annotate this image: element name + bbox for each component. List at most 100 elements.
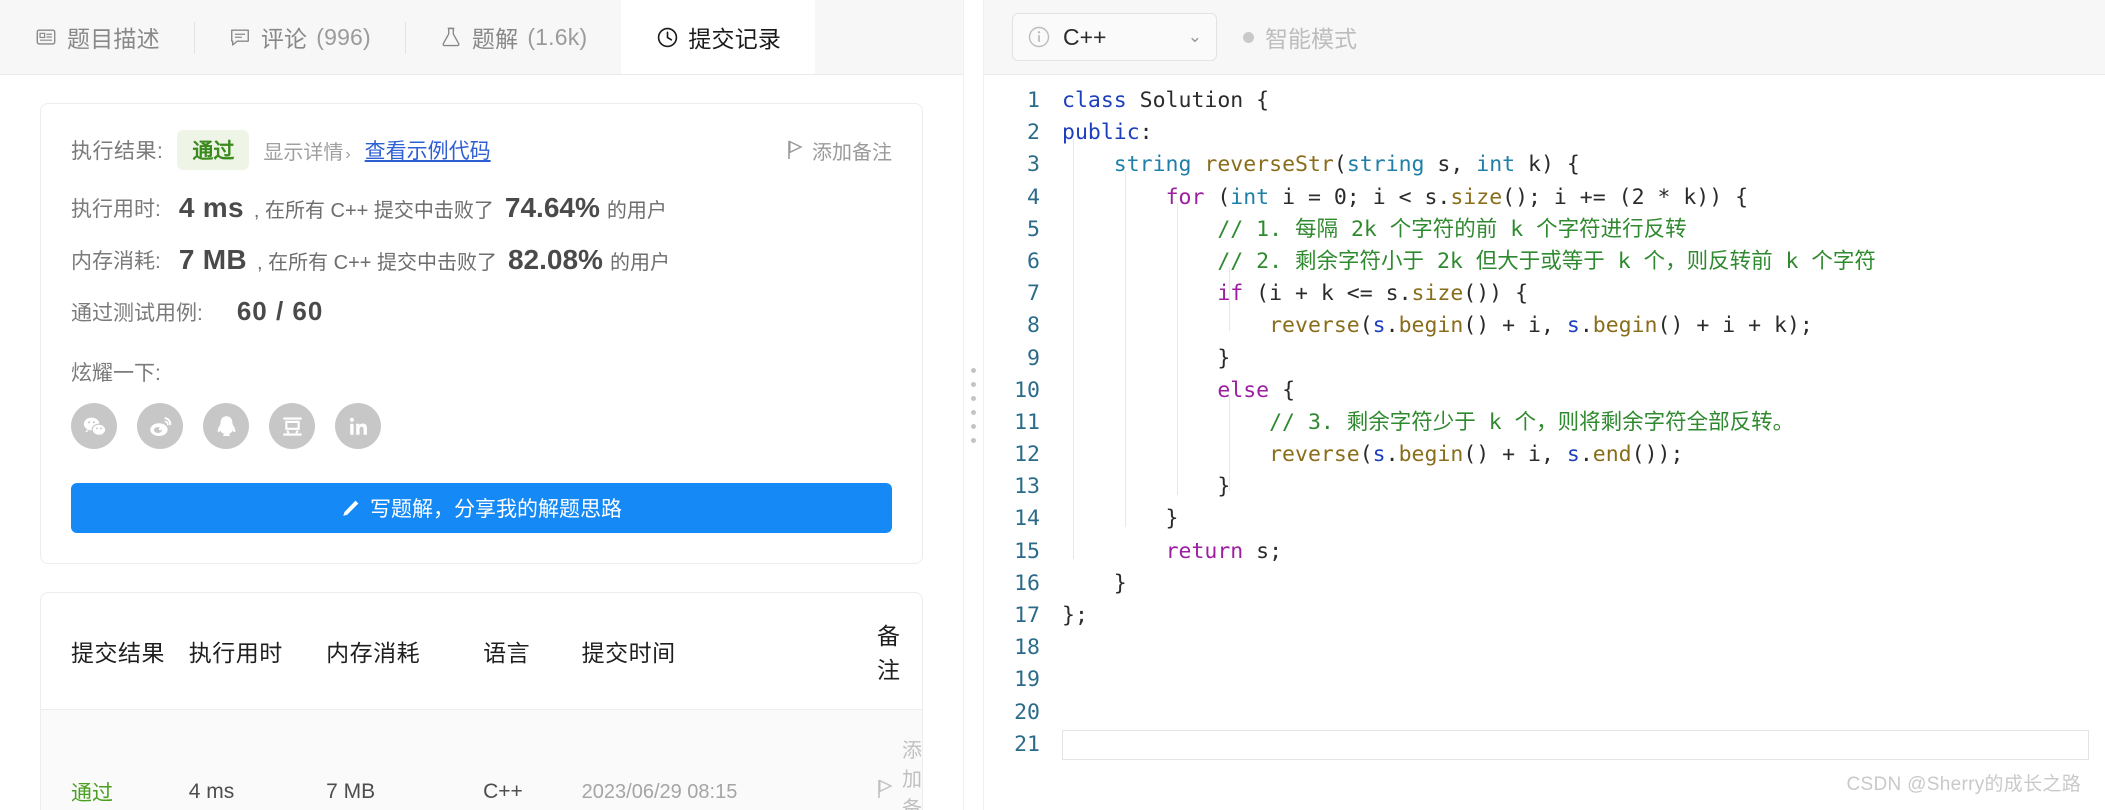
- qq-icon[interactable]: [203, 403, 249, 449]
- tab-题解[interactable]: 题解 (1.6k): [404, 0, 621, 74]
- tab-提交记录[interactable]: 提交记录: [621, 0, 816, 74]
- table-row[interactable]: 通过4 ms7 MBC++2023/06/29 08:15 添加备注: [41, 709, 922, 810]
- tab-评论[interactable]: 评论 (996): [193, 0, 405, 74]
- code-line: 15 return s;: [984, 536, 2105, 568]
- row-add-note-button[interactable]: 添加备注: [877, 734, 922, 810]
- watermark: CSDN @Sherry的成长之路: [1846, 774, 2081, 795]
- code-token: size: [1450, 184, 1503, 210]
- write-solution-button[interactable]: 写题解，分享我的解题思路: [71, 483, 892, 533]
- linkedin-icon[interactable]: [335, 403, 381, 449]
- code-token: string: [1113, 152, 1192, 178]
- submission-page: 题目描述 评论 (996) 题解 (1.6k) 提交记录 执行结果: 通过 显示详情 › 查…: [0, 0, 2105, 810]
- resize-grip-dot: [971, 367, 976, 373]
- submission-memory: 7 MB: [326, 709, 484, 810]
- line-number: 16: [1014, 570, 1040, 596]
- code-line: 18: [984, 632, 2105, 664]
- verdict-badge: 通过: [177, 130, 250, 170]
- code-token: s;: [1243, 538, 1283, 564]
- smart-mode-toggle[interactable]: 智能模式: [1243, 20, 1357, 54]
- code-token: string: [1346, 152, 1425, 178]
- code-line-text: reverse(s.begin() + i, s.end());: [1062, 439, 1683, 471]
- line-number: 18: [1014, 635, 1040, 661]
- memory-percentile: 82.08%: [507, 244, 603, 275]
- line-number: 11: [1014, 409, 1040, 435]
- code-token: .: [1385, 442, 1399, 468]
- testcases-label: 通过测试用例:: [71, 301, 203, 325]
- code-token: int: [1230, 184, 1270, 210]
- code-token: (); i += (2 * k)) {: [1502, 184, 1749, 210]
- code-token: i = 0; i < s.: [1269, 184, 1451, 210]
- code-token: }: [1062, 474, 1231, 500]
- tab-题目描述[interactable]: 题目描述: [0, 0, 194, 74]
- add-note-button[interactable]: 添加备注: [787, 136, 892, 165]
- line-number: 1: [1027, 88, 1040, 113]
- code-token: () + i + k);: [1657, 313, 1813, 339]
- clock-icon: [655, 25, 679, 49]
- code-editor-panel: C++ ⌄ 智能模式 1 class Solution {2 public: 3 st…: [983, 0, 2105, 810]
- tab-label: 题解: [471, 26, 519, 52]
- tab-label: 题目描述: [67, 26, 160, 52]
- code-line-text: reverse(s.begin() + i, s.begin() + i + k…: [1062, 310, 1813, 342]
- wechat-icon[interactable]: [71, 403, 117, 449]
- runtime-value: 4 ms: [178, 192, 244, 223]
- code-token: {: [1243, 88, 1270, 113]
- code-token: {: [1269, 377, 1296, 403]
- write-solution-label: 写题解，分享我的解题思路: [370, 498, 622, 521]
- chevron-right-icon: ›: [345, 145, 351, 163]
- view-sample-code-link[interactable]: 查看示例代码: [365, 135, 491, 165]
- code-line-text: };: [1062, 600, 1088, 632]
- code-line-text: string reverseStr(string s, int k) {: [1062, 149, 1580, 181]
- code-viewer[interactable]: 1 class Solution {2 public: 3 string revers…: [984, 75, 2105, 810]
- info-icon: [1027, 25, 1051, 49]
- language-select[interactable]: C++ ⌄: [1012, 13, 1217, 61]
- code-line: 16 }: [984, 568, 2105, 600]
- code-token: class: [1062, 88, 1140, 113]
- code-token: (: [1359, 313, 1373, 339]
- douban-icon[interactable]: [269, 403, 315, 449]
- code-token: if: [1217, 281, 1244, 307]
- chevron-down-icon: ⌄: [1187, 27, 1202, 46]
- weibo-icon[interactable]: [137, 403, 183, 449]
- runtime-beat-suffix: 的用户: [606, 199, 667, 222]
- code-token: (: [1359, 442, 1373, 468]
- submission-note-cell: 添加备注: [877, 709, 922, 810]
- table-header-cell: 执行用时: [188, 593, 327, 710]
- code-token: reverse: [1269, 313, 1360, 339]
- code-line-text: }: [1062, 471, 1230, 503]
- submission-status[interactable]: 通过: [41, 709, 189, 810]
- show-detail-link[interactable]: 显示详情 ›: [263, 136, 350, 165]
- code-token: };: [1062, 603, 1088, 628]
- share-icon-list: [71, 403, 892, 449]
- code-line-text: }: [1062, 343, 1230, 375]
- code-line: 7 if (i + k <= s.size()) {: [984, 278, 2105, 310]
- code-line-text: // 3. 剩余字符少于 k 个，则将剩余字符全部反转。: [1062, 407, 1794, 439]
- line-number: 7: [1027, 281, 1040, 307]
- line-number: 8: [1027, 313, 1040, 339]
- testcases-value: 60 / 60: [236, 296, 324, 326]
- panel-resize-handle[interactable]: [963, 0, 983, 810]
- code-line-text: for (int i = 0; i < s.size(); i += (2 * …: [1062, 182, 1749, 214]
- tab-label: 提交记录: [688, 26, 782, 52]
- resize-grip-dots: [971, 367, 976, 443]
- code-line: 6 // 2. 剩余字符小于 2k 但大于或等于 k 个，则反转前 k 个字符: [984, 246, 2105, 278]
- code-line-text: [1062, 729, 2089, 760]
- runtime-label: 执行用时:: [71, 198, 161, 221]
- result-header: 执行结果: 通过 显示详情 › 查看示例代码 添加备注: [71, 130, 892, 170]
- code-line: 4 for (int i = 0; i < s.size(); i += (2 …: [984, 182, 2105, 214]
- memory-beat-suffix: 的用户: [609, 251, 670, 274]
- tab-label: 评论: [260, 26, 308, 52]
- code-line: 14 }: [984, 503, 2105, 535]
- resize-grip-dot: [971, 437, 976, 443]
- code-line-text: }: [1062, 503, 1179, 535]
- code-token: Solution: [1139, 88, 1244, 113]
- code-token: (: [1333, 152, 1347, 178]
- code-token: :: [1139, 120, 1153, 146]
- submissions-table: 提交结果 执行用时 内存消耗 语言 提交时间 备注 通过 4 ms 7 MB C++ 2023/0…: [41, 593, 922, 810]
- code-line-text: if (i + k <= s.size()) {: [1062, 278, 1528, 310]
- share-label: 炫耀一下:: [71, 362, 161, 385]
- table-header-cell: 提交时间: [581, 593, 877, 710]
